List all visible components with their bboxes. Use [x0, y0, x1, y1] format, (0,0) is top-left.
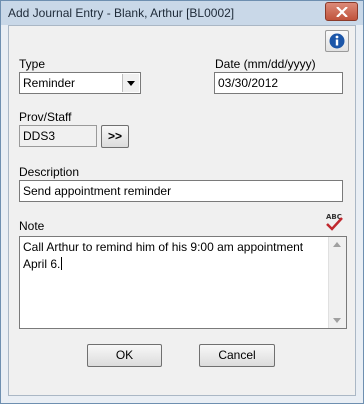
date-value: 03/30/2012 [218, 76, 279, 90]
type-value: Reminder [23, 76, 76, 90]
note-scrollbar[interactable] [328, 237, 346, 328]
close-icon [336, 7, 348, 17]
scroll-up-icon[interactable] [333, 242, 341, 247]
window-title: Add Journal Entry - Blank, Arthur [BL000… [8, 6, 235, 20]
title-bar[interactable]: Add Journal Entry - Blank, Arthur [BL000… [1, 1, 363, 25]
prov-staff-browse-button[interactable]: >> [101, 125, 129, 148]
text-cursor [61, 257, 63, 270]
description-label: Description [19, 165, 80, 179]
note-label: Note [19, 219, 45, 233]
prov-staff-value: DDS3 [23, 129, 56, 143]
prov-staff-label: Prov/Staff [19, 110, 72, 124]
dialog-body: Type Reminder Date (mm/dd/yyyy) 03/30/20… [8, 25, 356, 396]
prov-staff-field: DDS3 [19, 125, 97, 147]
description-value: Send appointment reminder [23, 184, 172, 198]
date-input[interactable]: 03/30/2012 [214, 72, 343, 94]
date-label: Date (mm/dd/yyyy) [215, 57, 316, 71]
type-dropdown[interactable]: Reminder [19, 72, 141, 94]
type-dropdown-button[interactable] [122, 74, 139, 92]
note-textarea[interactable]: Call Arthur to remind him of his 9:00 am… [19, 236, 347, 329]
spell-check-button[interactable]: ABC [321, 209, 347, 233]
type-label: Type [19, 57, 46, 71]
close-button[interactable] [325, 2, 358, 21]
dialog-window: Add Journal Entry - Blank, Arthur [BL000… [0, 0, 364, 404]
ok-button[interactable]: OK [87, 344, 162, 367]
cancel-button[interactable]: Cancel [199, 344, 275, 367]
chevron-down-icon [127, 81, 135, 86]
info-icon [329, 33, 345, 49]
info-button[interactable] [325, 30, 349, 52]
description-input[interactable]: Send appointment reminder [19, 180, 343, 202]
scroll-down-icon[interactable] [333, 318, 341, 323]
note-text: Call Arthur to remind him of his 9:00 am… [23, 240, 304, 271]
spell-check-icon: ABC [326, 213, 343, 231]
